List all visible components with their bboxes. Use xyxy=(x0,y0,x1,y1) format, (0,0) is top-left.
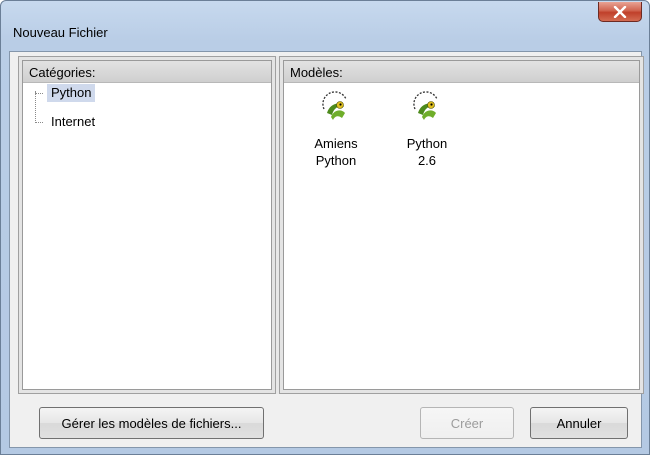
manage-templates-button[interactable]: Gérer les modèles de fichiers... xyxy=(39,407,264,439)
categories-tree[interactable]: Python Internet xyxy=(23,83,271,389)
tree-connector xyxy=(35,93,43,94)
tree-connector xyxy=(35,91,36,123)
category-item-python[interactable]: Python xyxy=(47,84,96,102)
tree-connector xyxy=(35,122,43,123)
models-panel: Modèles: Amiens Python Python 2.6 xyxy=(279,56,644,394)
models-header: Modèles: xyxy=(284,61,639,83)
close-icon xyxy=(613,5,627,18)
dialog-window: Nouveau Fichier Catégories: Python Inter… xyxy=(0,0,650,455)
category-item-internet[interactable]: Internet xyxy=(47,113,99,131)
close-button[interactable] xyxy=(598,2,642,22)
python-snake-icon xyxy=(322,91,347,120)
model-item-python-26[interactable]: Python 2.6 xyxy=(387,91,467,169)
create-button[interactable]: Créer xyxy=(420,407,514,439)
title-bar[interactable]: Nouveau Fichier xyxy=(1,1,649,51)
models-list[interactable]: Amiens Python Python 2.6 xyxy=(284,83,639,389)
model-label: Amiens Python xyxy=(314,136,358,168)
model-item-amiens-python[interactable]: Amiens Python xyxy=(296,91,376,169)
categories-header: Catégories: xyxy=(23,61,271,83)
cancel-button[interactable]: Annuler xyxy=(530,407,628,439)
model-label: Python 2.6 xyxy=(406,136,448,168)
window-title: Nouveau Fichier xyxy=(13,25,108,40)
categories-panel: Catégories: Python Internet xyxy=(18,56,276,394)
python-snake-icon xyxy=(413,91,438,120)
